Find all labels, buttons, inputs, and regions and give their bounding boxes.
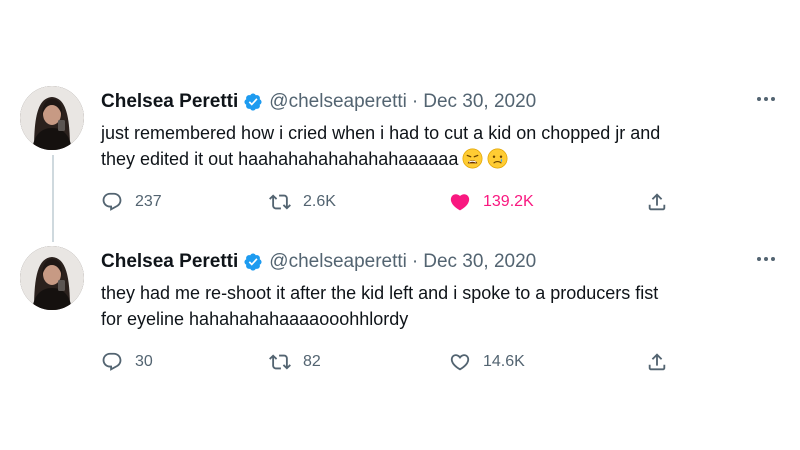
- like-button[interactable]: 139.2K: [449, 190, 534, 214]
- more-options-icon[interactable]: [756, 96, 776, 102]
- tweet-header: Chelsea Peretti @chelseaperetti · Dec 30…: [101, 90, 761, 114]
- tweet-date[interactable]: Dec 30, 2020: [423, 251, 536, 273]
- retweet-count: 2.6K: [303, 193, 336, 210]
- reply-icon: [102, 352, 122, 371]
- share-button[interactable]: [646, 350, 680, 374]
- reply-icon: [102, 192, 122, 211]
- crying-face-emoji-icon: [487, 148, 508, 169]
- reply-count: 237: [135, 193, 162, 210]
- share-button[interactable]: [646, 190, 680, 214]
- like-button[interactable]: 14.6K: [449, 350, 525, 374]
- handle[interactable]: @chelseaperetti: [269, 251, 407, 273]
- retweet-icon: [269, 354, 291, 370]
- tweet-text-line: just remembered how i cried when i had t…: [101, 123, 661, 143]
- tweet-text-line: they edited it out haahahahahahahahaaaaa…: [101, 149, 459, 169]
- avatar[interactable]: [20, 86, 84, 150]
- retweet-button[interactable]: 82: [269, 350, 321, 374]
- thread-connector-line: [52, 155, 54, 242]
- tweet-text-line: they had me re-shoot it after the kid le…: [101, 283, 659, 303]
- like-count: 14.6K: [483, 353, 525, 370]
- share-icon: [648, 193, 666, 211]
- retweet-icon: [269, 194, 291, 210]
- tweet-body: Chelsea Peretti @chelseaperetti · Dec 30…: [101, 250, 761, 374]
- reply-button[interactable]: 237: [101, 190, 162, 214]
- reply-button[interactable]: 30: [101, 350, 153, 374]
- tweet-text-line: for eyeline hahahahahaaaaooohhlordy: [101, 309, 409, 329]
- avatar[interactable]: [20, 246, 84, 310]
- verified-badge-icon: [244, 253, 262, 271]
- tweet-date[interactable]: Dec 30, 2020: [423, 91, 536, 113]
- tweet-actions: 237 2.6K 139.2K: [101, 190, 761, 214]
- more-options-icon[interactable]: [756, 256, 776, 262]
- tweet-text: they had me re-shoot it after the kid le…: [101, 280, 761, 332]
- tweet-actions: 30 82 14.6K: [101, 350, 761, 374]
- separator-dot: ·: [411, 91, 419, 112]
- heart-outline-icon: [450, 354, 470, 371]
- tweet-body: Chelsea Peretti @chelseaperetti · Dec 30…: [101, 90, 761, 214]
- handle[interactable]: @chelseaperetti: [269, 91, 407, 113]
- tweet-text-line-with-emoji: they edited it out haahahahahahahahaaaaa…: [101, 146, 761, 172]
- display-name[interactable]: Chelsea Peretti: [101, 91, 238, 113]
- retweet-button[interactable]: 2.6K: [269, 190, 336, 214]
- share-icon: [648, 353, 666, 371]
- reply-count: 30: [135, 353, 153, 370]
- heart-filled-icon: [450, 194, 470, 211]
- retweet-count: 82: [303, 353, 321, 370]
- tweet-text: just remembered how i cried when i had t…: [101, 120, 761, 172]
- display-name[interactable]: Chelsea Peretti: [101, 251, 238, 273]
- like-count: 139.2K: [483, 193, 534, 210]
- separator-dot: ·: [411, 251, 419, 272]
- verified-badge-icon: [244, 93, 262, 111]
- weary-face-emoji-icon: [462, 148, 483, 169]
- tweet-header: Chelsea Peretti @chelseaperetti · Dec 30…: [101, 250, 761, 274]
